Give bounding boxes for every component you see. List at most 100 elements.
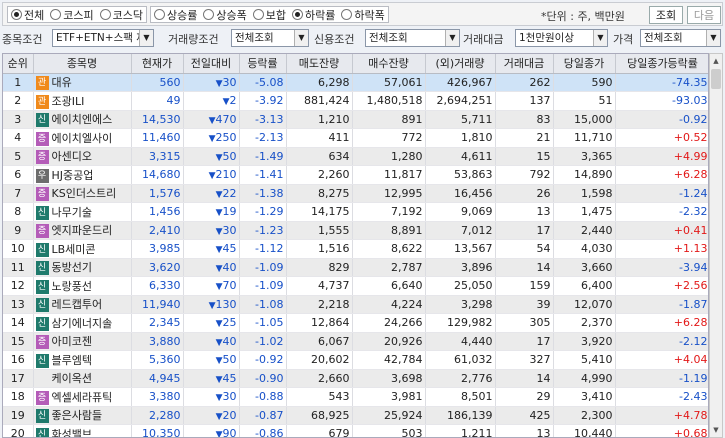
table-row[interactable]: 7 증 KS인더스트리 1,576 ▼22 -1.38 8,275 12,995 16,456 2… bbox=[3, 184, 708, 203]
radio-market-1[interactable]: 코스피 bbox=[47, 7, 96, 22]
name-cell[interactable]: 신 LB세미콘 bbox=[33, 239, 132, 259]
name-cell[interactable]: 관 대유 bbox=[33, 73, 132, 92]
column-header[interactable]: 매수잔량 bbox=[352, 54, 426, 74]
name-cell[interactable]: 신 화성밸브 bbox=[33, 424, 132, 437]
amount-condition-select[interactable]: 1천만원이상 ▼ bbox=[515, 29, 608, 47]
stock-name: HJ중공업 bbox=[51, 168, 94, 182]
table-row[interactable]: 15 증 아미코젠 3,880 ▼40 -1.02 6,067 20,926 4,440 17 3,… bbox=[3, 332, 708, 351]
rank-cell: 17 bbox=[3, 369, 34, 388]
table-row[interactable]: 2 관 조광ILI 49 ▼2 -3.92 881,424 1,480,518 2,694,25… bbox=[3, 91, 708, 111]
table-row[interactable]: 6 우 HJ중공업 14,680 ▼210 -1.41 2,260 11,817 53,863 7… bbox=[3, 165, 708, 185]
buy-remain-cell: 4,224 bbox=[352, 295, 426, 314]
name-cell[interactable]: 신 삼기에너지솔 bbox=[33, 313, 132, 333]
column-header[interactable]: 순위 bbox=[3, 54, 34, 74]
down-arrow-icon: ▼ bbox=[215, 282, 223, 293]
down-arrow-icon: ▼ bbox=[215, 393, 223, 404]
buy-remain-cell: 12,995 bbox=[352, 184, 426, 203]
price-condition-select[interactable]: 전체조회 ▼ bbox=[640, 29, 721, 47]
query-button[interactable]: 조회 bbox=[649, 6, 683, 24]
radio-circle-icon bbox=[292, 9, 303, 20]
column-header[interactable]: 매도잔량 bbox=[286, 54, 353, 74]
name-cell[interactable]: 케이옥션 bbox=[33, 369, 132, 388]
table-row[interactable]: 5 증 아센디오 3,315 ▼50 -1.49 634 1,280 4,611 15 3,365 +… bbox=[3, 147, 708, 166]
price-cell: 2,345 bbox=[131, 313, 184, 333]
radio-sort-3[interactable]: 하락률 bbox=[289, 7, 338, 22]
table-row[interactable]: 11 신 동방선기 3,620 ▼40 -1.09 829 2,787 3,896 14 3,660… bbox=[3, 258, 708, 277]
credit-condition-select[interactable]: 전체조회 ▼ bbox=[365, 29, 460, 47]
name-cell[interactable]: 증 엑셀세라퓨틱 bbox=[33, 387, 132, 407]
table-row[interactable]: 12 신 노랑풍선 6,330 ▼70 -1.09 4,737 6,640 25,050 159 6… bbox=[3, 276, 708, 296]
name-cell[interactable]: 증 에이치엘사이 bbox=[33, 128, 132, 148]
amount-cell: 17 bbox=[495, 221, 554, 240]
name-cell[interactable]: 신 좋은사람들 bbox=[33, 406, 132, 425]
volume-cell: 129,982 bbox=[425, 313, 496, 333]
trade-condition-select[interactable]: 전체조회 ▼ bbox=[231, 29, 309, 47]
name-cell[interactable]: 증 KS인더스트리 bbox=[33, 184, 132, 203]
price-cell: 2,410 bbox=[131, 221, 184, 240]
amount-cell: 137 bbox=[495, 91, 554, 111]
table-row[interactable]: 19 신 좋은사람들 2,280 ▼20 -0.87 68,925 25,924 186,139… bbox=[3, 406, 708, 425]
stock-status-badge: 신 bbox=[35, 427, 49, 437]
item-condition-select[interactable]: ETF+ETN+스팩 제 ▼ bbox=[52, 29, 154, 47]
column-header[interactable]: 종목명 bbox=[33, 54, 132, 74]
column-header[interactable]: 당일종가 bbox=[553, 54, 616, 74]
column-header[interactable]: 전일대비 bbox=[183, 54, 240, 74]
rank-cell: 13 bbox=[3, 295, 34, 314]
radio-label: 코스닥 bbox=[112, 8, 143, 22]
price-cell: 11,460 bbox=[131, 128, 184, 148]
name-cell[interactable]: 증 아미코젠 bbox=[33, 332, 132, 351]
table-row[interactable]: 16 신 블루엠텍 5,360 ▼50 -0.92 20,602 42,784 61,032 32… bbox=[3, 350, 708, 370]
volume-cell: 1,211 bbox=[425, 424, 496, 437]
radio-sort-0[interactable]: 상승률 bbox=[151, 7, 200, 22]
down-arrow-icon: ▼ bbox=[215, 337, 223, 348]
scroll-down-icon[interactable]: ▼ bbox=[710, 423, 722, 437]
table-row[interactable]: 18 증 엑셀세라퓨틱 3,380 ▼30 -0.88 543 3,981 8,501 29 3,4… bbox=[3, 387, 708, 407]
table-row[interactable]: 1 관 대유 560 ▼30 -5.08 6,298 57,061 426,967 262 590-… bbox=[3, 73, 708, 92]
next-button[interactable]: 다음 bbox=[687, 6, 721, 24]
table-row[interactable]: 4 증 에이치엘사이 11,460 ▼250 -2.13 411 772 1,810 21 11,7… bbox=[3, 128, 708, 148]
table-row[interactable]: 10 신 LB세미콘 3,985 ▼45 -1.12 1,516 8,622 13,567 54 4… bbox=[3, 239, 708, 259]
column-header[interactable]: 거래대금 bbox=[495, 54, 554, 74]
column-header[interactable]: 당일종가등락률 bbox=[615, 54, 708, 74]
vertical-scrollbar[interactable]: ▲ ▼ bbox=[709, 53, 723, 438]
name-cell[interactable]: 신 블루엠텍 bbox=[33, 350, 132, 370]
radio-sort-1[interactable]: 상승폭 bbox=[200, 7, 249, 22]
radio-sort-2[interactable]: 보합 bbox=[250, 7, 289, 22]
rank-cell: 14 bbox=[3, 313, 34, 333]
name-cell[interactable]: 증 엣지파운드리 bbox=[33, 221, 132, 240]
name-cell[interactable]: 신 에이치엔에스 bbox=[33, 110, 132, 129]
name-cell[interactable]: 증 아센디오 bbox=[33, 147, 132, 166]
radio-sort-4[interactable]: 하락폭 bbox=[338, 7, 387, 22]
scroll-thumb[interactable] bbox=[711, 69, 721, 89]
table-row[interactable]: 8 신 나무기술 1,456 ▼19 -1.29 14,175 7,192 9,069 13 1,4… bbox=[3, 202, 708, 222]
radio-label: 상승률 bbox=[167, 8, 198, 22]
name-cell[interactable]: 관 조광ILI bbox=[33, 91, 132, 111]
down-arrow-icon: ▼ bbox=[208, 134, 216, 145]
scroll-up-icon[interactable]: ▲ bbox=[710, 54, 722, 68]
column-header[interactable]: (외)거래량 bbox=[425, 54, 496, 74]
table-row[interactable]: 9 증 엣지파운드리 2,410 ▼30 -1.23 1,555 8,891 7,012 17 2,… bbox=[3, 221, 708, 240]
column-header[interactable]: 등락률 bbox=[239, 54, 287, 74]
radio-market-2[interactable]: 코스닥 bbox=[97, 7, 146, 22]
volume-cell: 25,050 bbox=[425, 276, 496, 296]
sell-remain-cell: 1,210 bbox=[286, 110, 353, 129]
column-header[interactable]: 현재가 bbox=[131, 54, 184, 74]
radio-market-0[interactable]: 전체 bbox=[8, 7, 47, 22]
table-row[interactable]: 20 신 화성밸브 10,350 ▼90 -0.86 679 503 1,211 13 10,440… bbox=[3, 424, 708, 437]
name-cell[interactable]: 신 동방선기 bbox=[33, 258, 132, 277]
table-row[interactable]: 17 케이옥션 4,945 ▼45 -0.90 2,660 3,698 2,776 14 4,99… bbox=[3, 369, 708, 388]
name-cell[interactable]: 신 나무기술 bbox=[33, 202, 132, 222]
stock-name: 레드캡투어 bbox=[51, 298, 103, 312]
stock-name: 엣지파운드리 bbox=[51, 224, 113, 238]
stock-name: 에이치엔에스 bbox=[51, 113, 113, 127]
name-cell[interactable]: 신 노랑풍선 bbox=[33, 276, 132, 296]
close-price-cell: 3,920 bbox=[553, 332, 616, 351]
table-row[interactable]: 13 신 레드캡투어 11,940 ▼130 -1.08 2,218 4,224 3,298 39… bbox=[3, 295, 708, 314]
name-cell[interactable]: 신 레드캡투어 bbox=[33, 295, 132, 314]
stock-status-badge: 신 bbox=[35, 279, 49, 294]
rate-cell: -0.88 bbox=[239, 387, 287, 407]
name-cell[interactable]: 우 HJ중공업 bbox=[33, 165, 132, 185]
table-row[interactable]: 14 신 삼기에너지솔 2,345 ▼25 -1.05 12,864 24,266 129,98… bbox=[3, 313, 708, 333]
table-row[interactable]: 3 신 에이치엔에스 14,530 ▼470 -3.13 1,210 891 5,711 83 15… bbox=[3, 110, 708, 129]
close-rate-cell: -74.35 bbox=[615, 73, 708, 92]
